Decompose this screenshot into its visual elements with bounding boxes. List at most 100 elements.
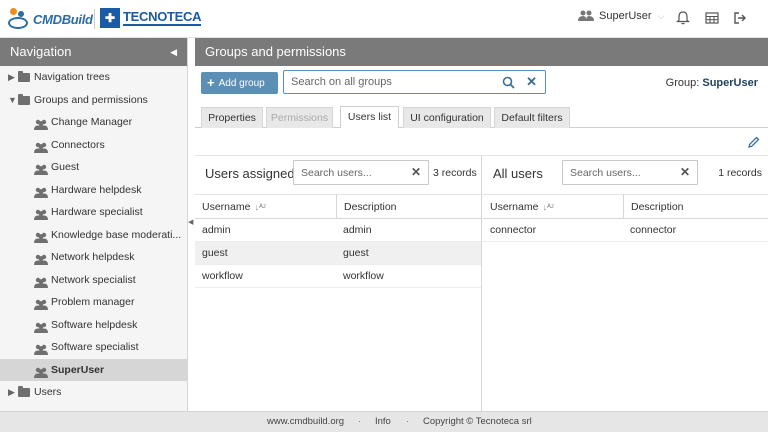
cell-description: admin	[343, 224, 372, 236]
column-username-label: Username	[202, 201, 251, 213]
users-assigned-title: Users assigned	[205, 166, 295, 181]
table-row[interactable]: admin admin	[195, 219, 481, 242]
table-row[interactable]: workflow workflow	[195, 265, 481, 288]
sidebar-title: Navigation	[10, 44, 72, 59]
sidebar-item-label: Change Manager	[51, 116, 133, 128]
column-description[interactable]: Description	[336, 195, 482, 219]
users-assigned-search-input[interactable]	[294, 161, 404, 184]
clear-search-icon[interactable]: ✕	[680, 165, 690, 179]
cmdbuild-logo-icon	[8, 8, 30, 30]
expanded-arrow-icon[interactable]: ▼	[8, 89, 17, 112]
all-users-title: All users	[493, 166, 543, 181]
tab-default-filters[interactable]: Default filters	[494, 107, 570, 128]
current-group-label: Group: SuperUser	[666, 77, 758, 89]
sidebar-item[interactable]: Guest	[0, 156, 187, 179]
search-groups-input[interactable]	[284, 71, 484, 93]
cmdbuild-logo-text: CMDBuild	[33, 11, 93, 27]
tab-bar: Properties Permissions Users list UI con…	[195, 105, 768, 128]
sidebar-item[interactable]: Hardware helpdesk	[0, 179, 187, 202]
group-icon	[34, 274, 48, 292]
sidebar-item-label: Guest	[51, 161, 80, 173]
sidebar-item[interactable]: SuperUser	[0, 358, 187, 381]
group-icon	[34, 229, 48, 247]
sidebar-item-label: Navigation trees	[34, 71, 110, 83]
search-groups-box: ✕	[283, 70, 546, 94]
users-assigned-records: 3 records	[433, 167, 477, 179]
group-icon	[34, 161, 48, 179]
cell-username: workflow	[202, 270, 243, 282]
sidebar-item-label: Knowledge base moderati...	[51, 228, 182, 241]
footer-info-link[interactable]: Info	[375, 412, 391, 432]
sidebar-item[interactable]: ▼ Groups and permissions	[0, 89, 187, 112]
plus-icon: +	[207, 75, 215, 90]
sidebar-item[interactable]: ▶ Navigation trees	[0, 66, 187, 89]
cell-username: admin	[202, 224, 231, 236]
footer-site-link[interactable]: www.cmdbuild.org	[267, 412, 344, 432]
sidebar-item-label: SuperUser	[51, 363, 105, 376]
sidebar-item[interactable]: Knowledge base moderati...	[0, 224, 187, 247]
sidebar-item[interactable]: Problem manager	[0, 291, 187, 314]
group-icon	[34, 184, 48, 202]
table-row[interactable]: guest guest	[195, 242, 481, 265]
folder-icon	[18, 93, 30, 105]
logout-icon[interactable]	[733, 11, 747, 25]
sidebar-item-label: Hardware specialist	[51, 206, 143, 218]
sidebar-item[interactable]: Software specialist	[0, 336, 187, 359]
sidebar-item[interactable]: ▶ Users	[0, 381, 187, 404]
cell-username: guest	[202, 247, 228, 259]
table-row[interactable]: connector connector	[483, 219, 768, 242]
group-icon	[34, 116, 48, 134]
user-menu[interactable]: SuperUser ⌵	[578, 10, 664, 22]
search-icon[interactable]	[502, 76, 515, 89]
sidebar-item[interactable]: Change Manager	[0, 111, 187, 134]
sort-az-icon: ↓ᴬᶻ	[542, 202, 555, 212]
sidebar-item-label: Network specialist	[51, 273, 136, 286]
group-icon	[34, 341, 48, 359]
collapsed-arrow-icon[interactable]: ▶	[8, 381, 15, 404]
sidebar-item[interactable]: Software helpdesk	[0, 314, 187, 337]
all-users-search-input[interactable]	[563, 161, 673, 184]
tab-permissions: Permissions	[266, 107, 333, 128]
clear-search-icon[interactable]: ✕	[411, 165, 421, 179]
table-icon[interactable]	[705, 11, 719, 25]
sidebar-item-label: Software specialist	[51, 341, 139, 353]
sidebar-item[interactable]: Hardware specialist	[0, 201, 187, 224]
cell-description: connector	[630, 224, 677, 236]
sort-az-icon: ↓ᴬᶻ	[254, 202, 267, 212]
column-description[interactable]: Description	[623, 195, 768, 219]
add-group-button[interactable]: + Add group	[201, 72, 278, 94]
sidebar-item-label: Connectors	[51, 138, 105, 151]
all-users-header: All users ✕ 1 records	[483, 156, 768, 195]
cell-username: connector	[490, 224, 537, 236]
group-icon	[34, 139, 48, 157]
clear-search-icon[interactable]: ✕	[526, 74, 537, 90]
sidebar-item[interactable]: Connectors	[0, 134, 187, 157]
pencil-icon[interactable]	[748, 136, 760, 148]
group-icon	[34, 206, 48, 224]
all-users-grid-header: Username ↓ᴬᶻ Description	[483, 195, 768, 219]
sidebar-item-label: Network helpdesk	[51, 251, 135, 263]
sidebar-item-label: Problem manager	[51, 296, 135, 308]
page-title: Groups and permissions	[195, 38, 768, 66]
bell-icon[interactable]	[676, 11, 690, 25]
footer-copyright: Copyright © Tecnoteca srl	[423, 416, 532, 427]
sidebar-item[interactable]: Network specialist	[0, 269, 187, 292]
tab-properties[interactable]: Properties	[201, 107, 263, 128]
users-assigned-grid-header: Username ↓ᴬᶻ Description	[195, 195, 481, 219]
column-username-label: Username	[490, 201, 539, 213]
tab-ui-configuration[interactable]: UI configuration	[403, 107, 491, 128]
all-users-records: 1 records	[718, 167, 762, 179]
splitter-handle-icon[interactable]: ◀	[188, 218, 193, 226]
users-icon	[578, 10, 594, 21]
collapse-sidebar-icon[interactable]: ◀	[170, 38, 177, 66]
edit-toolbar	[195, 128, 768, 156]
folder-icon	[18, 71, 30, 82]
sidebar-item[interactable]: Network helpdesk	[0, 246, 187, 269]
column-username[interactable]: Username ↓ᴬᶻ	[195, 195, 336, 219]
column-username[interactable]: Username ↓ᴬᶻ	[483, 195, 623, 219]
sidebar-item-label: Hardware helpdesk	[51, 183, 142, 196]
sidebar-item-label: Software helpdesk	[51, 318, 138, 331]
tab-users-list[interactable]: Users list	[340, 106, 399, 128]
sidebar-header: Navigation ◀	[0, 38, 187, 66]
collapsed-arrow-icon[interactable]: ▶	[8, 66, 15, 89]
